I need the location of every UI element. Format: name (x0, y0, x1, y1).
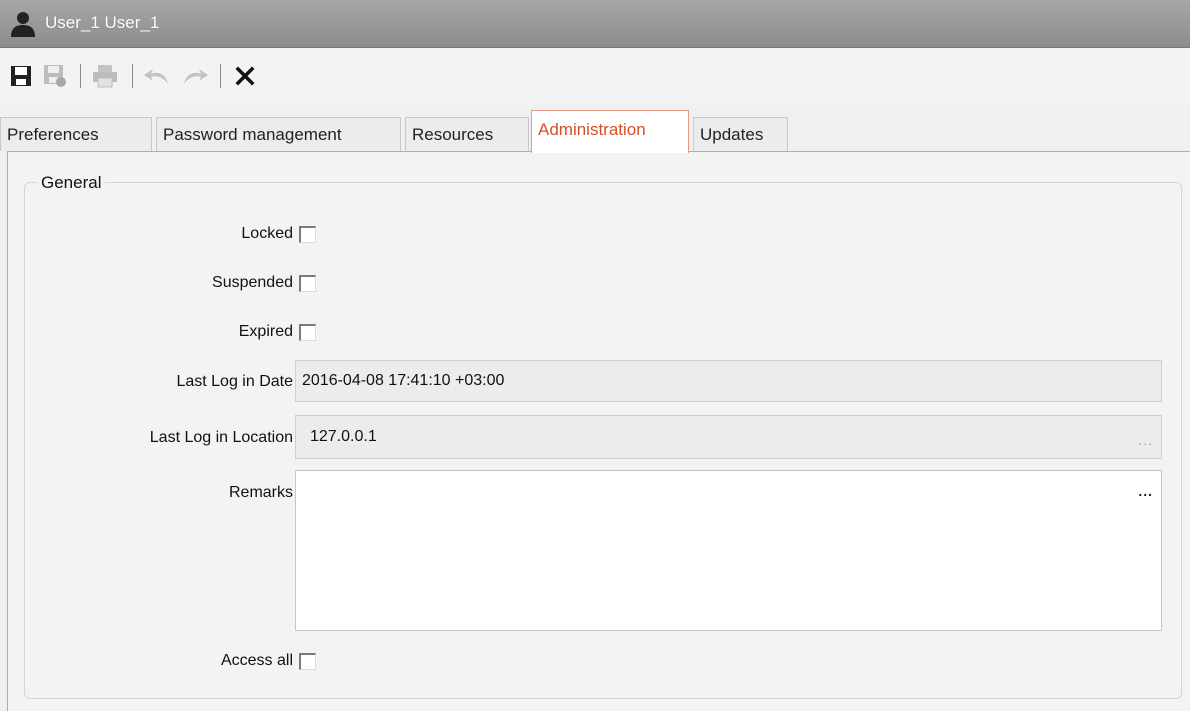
last-login-date-value: 2016-04-08 17:41:10 +03:00 (302, 372, 505, 389)
tab-resources[interactable]: Resources (405, 117, 529, 151)
redo-button[interactable] (178, 60, 212, 92)
redo-icon (184, 69, 208, 84)
tab-label: Preferences (7, 125, 99, 144)
close-button[interactable] (228, 60, 262, 92)
locked-label: Locked (241, 225, 293, 242)
general-group: General Locked Suspended Expired Last Lo… (24, 173, 1182, 699)
tab-label: Updates (700, 125, 764, 144)
undo-icon (144, 69, 168, 84)
title-bar: User_1 User_1 (0, 0, 1190, 48)
access-all-checkbox[interactable] (299, 653, 316, 670)
suspended-label: Suspended (212, 274, 293, 291)
last-login-location-field: 127.0.0.1 ... (295, 415, 1162, 459)
last-login-location-label: Last Log in Location (149, 429, 293, 446)
close-icon (235, 66, 255, 86)
tab-preferences[interactable]: Preferences (0, 117, 152, 151)
tab-label: Resources (412, 125, 494, 144)
save-as-button[interactable] (38, 60, 72, 92)
window-title: User_1 User_1 (45, 13, 160, 32)
remarks-textarea[interactable]: ... (295, 470, 1162, 631)
tab-administration[interactable]: Administration (531, 110, 689, 153)
suspended-checkbox[interactable] (299, 275, 316, 292)
more-button[interactable]: ... (1138, 419, 1153, 461)
locked-checkbox[interactable] (299, 226, 316, 243)
expired-checkbox[interactable] (299, 324, 316, 341)
access-all-label: Access all (220, 652, 293, 669)
save-button[interactable] (4, 60, 38, 92)
tab-content-administration: General Locked Suspended Expired Last Lo… (7, 151, 1190, 711)
undo-button[interactable] (140, 60, 174, 92)
toolbar-separator (80, 64, 81, 88)
remarks-label: Remarks (228, 484, 293, 501)
last-login-date-field: 2016-04-08 17:41:10 +03:00 (295, 360, 1162, 402)
toolbar-separator (132, 64, 133, 88)
print-icon (93, 65, 117, 88)
save-as-icon (44, 65, 66, 87)
last-login-location-value: 127.0.0.1 (310, 428, 377, 445)
toolbar (0, 48, 1190, 104)
last-login-date-label: Last Log in Date (176, 373, 293, 390)
toolbar-separator (220, 64, 221, 88)
tab-updates[interactable]: Updates (693, 117, 788, 151)
expired-label: Expired (238, 323, 293, 340)
print-button[interactable] (88, 60, 122, 92)
tab-password-management[interactable]: Password management (156, 117, 401, 151)
tab-bar: Preferences Password management Resource… (0, 110, 1190, 154)
save-icon (11, 66, 31, 86)
group-legend: General (37, 173, 106, 193)
user-silhouette-icon (11, 12, 35, 37)
tab-label: Administration (538, 120, 646, 139)
tab-label: Password management (163, 125, 342, 144)
remarks-more-button[interactable]: ... (1138, 483, 1153, 499)
